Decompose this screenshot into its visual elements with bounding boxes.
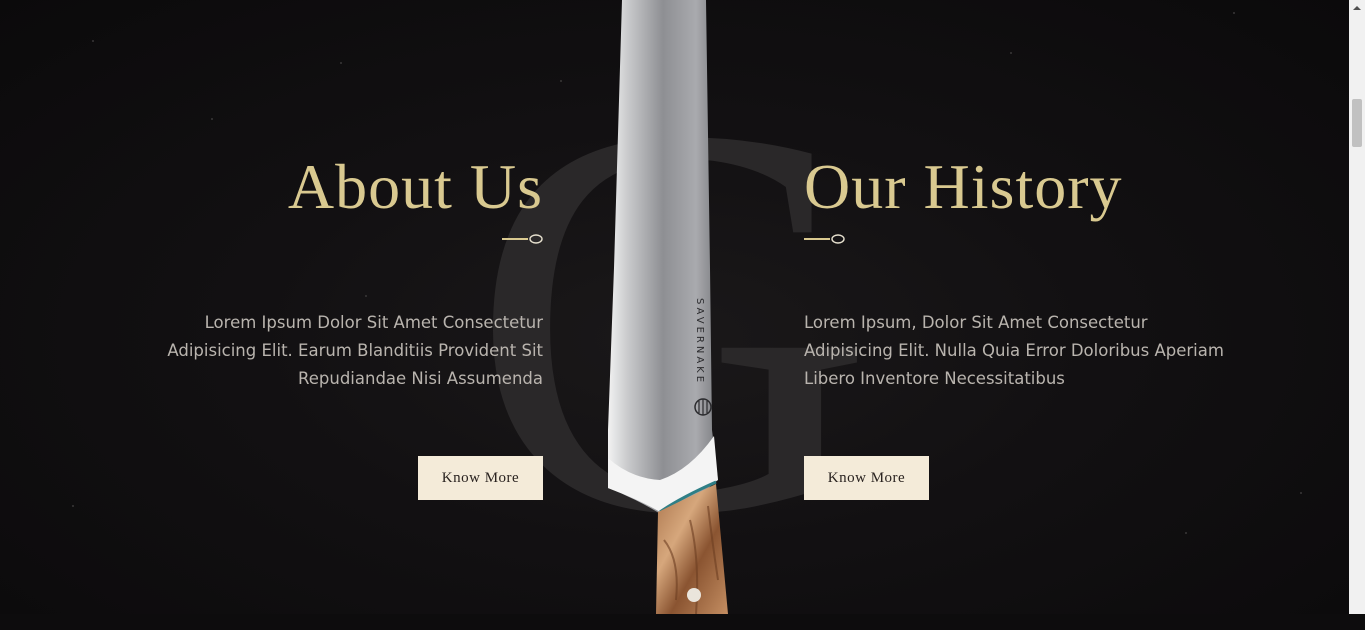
fork-divider-icon (804, 234, 845, 244)
our-history-description: Lorem Ipsum, Dolor Sit Amet Consectetur … (804, 313, 1224, 388)
fork-divider-icon (502, 234, 543, 244)
knife-brand-text: SAVERNAKE (694, 298, 705, 385)
about-us-title: About Us (287, 151, 543, 222)
page-scrollbar[interactable] (1349, 0, 1365, 614)
about-us-description: Lorem Ipsum Dolor Sit Amet Consectetur A… (167, 313, 543, 388)
chef-knife-image: SAVERNAKE (608, 0, 728, 614)
history-know-more-button[interactable]: Know More (804, 456, 929, 500)
scroll-up-arrow-icon[interactable] (1349, 0, 1365, 16)
about-know-more-button[interactable]: Know More (418, 456, 543, 500)
scrollbar-thumb[interactable] (1352, 99, 1362, 147)
our-history-title: Our History (804, 151, 1123, 222)
